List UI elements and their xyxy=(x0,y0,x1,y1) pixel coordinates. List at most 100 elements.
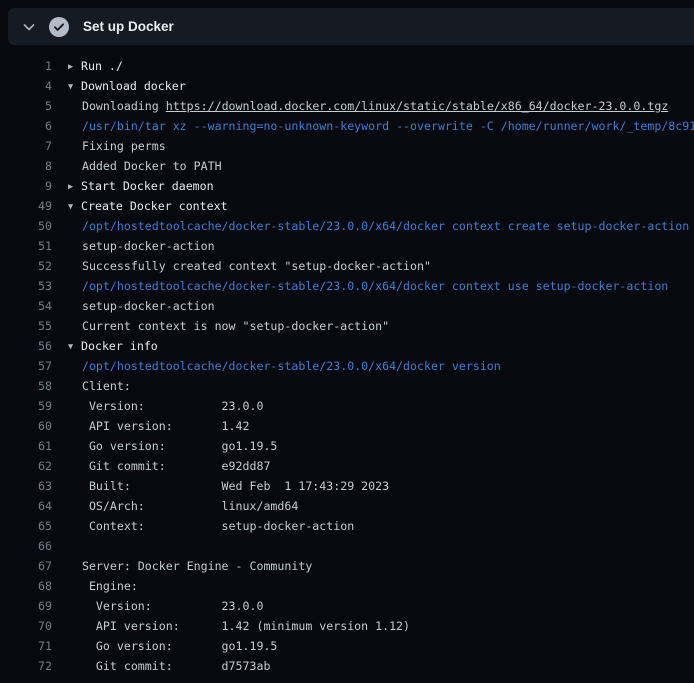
log-row: 49 ▼Create Docker context xyxy=(0,196,694,216)
line-number[interactable]: 66 xyxy=(0,536,52,556)
log-text: setup-docker-action xyxy=(68,296,215,316)
log-row: 8 Added Docker to PATH xyxy=(0,156,694,176)
log-text: Added Docker to PATH xyxy=(68,156,222,176)
log-row: 62 Git commit: e92dd87 xyxy=(0,456,694,476)
line-number[interactable]: 60 xyxy=(0,416,52,436)
group-toggle[interactable]: ▶Start Docker daemon xyxy=(68,176,214,196)
log-text: Engine: xyxy=(68,576,138,596)
log-row: 52 Successfully created context "setup-d… xyxy=(0,256,694,276)
line-number[interactable]: 4 xyxy=(0,76,52,96)
command-text: /opt/hostedtoolcache/docker-stable/23.0.… xyxy=(68,276,668,296)
log-text: Built: Wed Feb 1 17:43:29 2023 xyxy=(68,476,389,496)
log-row: 5 Downloading https://download.docker.co… xyxy=(0,96,694,116)
log-text: Go version: go1.19.5 xyxy=(68,436,277,456)
line-number[interactable]: 51 xyxy=(0,236,52,256)
line-number[interactable]: 7 xyxy=(0,136,52,156)
chevron-down-icon[interactable] xyxy=(16,14,42,40)
log-text: Go version: go1.19.5 xyxy=(68,636,277,656)
log-row: 4 ▼Download docker xyxy=(0,76,694,96)
line-number[interactable]: 70 xyxy=(0,616,52,636)
log-row: 63 Built: Wed Feb 1 17:43:29 2023 xyxy=(0,476,694,496)
log-row: 67 Server: Docker Engine - Community xyxy=(0,556,694,576)
line-number[interactable]: 63 xyxy=(0,476,52,496)
line-number[interactable]: 57 xyxy=(0,356,52,376)
line-number[interactable]: 49 xyxy=(0,196,52,216)
group-title: Start Docker daemon xyxy=(81,179,214,193)
log-text: API version: 1.42 (minimum version 1.12) xyxy=(68,616,410,636)
log-text: Downloading https://download.docker.com/… xyxy=(68,96,668,116)
group-expanded-icon: ▼ xyxy=(68,197,81,217)
line-number[interactable]: 58 xyxy=(0,376,52,396)
line-number[interactable]: 5 xyxy=(0,96,52,116)
log-text-segment: Downloading xyxy=(68,99,166,113)
group-title: Docker info xyxy=(81,339,158,353)
log-text: Context: setup-docker-action xyxy=(68,516,354,536)
group-collapsed-icon: ▶ xyxy=(68,177,81,197)
line-number[interactable]: 69 xyxy=(0,596,52,616)
group-toggle[interactable]: ▼Download docker xyxy=(68,76,186,96)
group-collapsed-icon: ▶ xyxy=(68,57,81,77)
line-number[interactable]: 9 xyxy=(0,176,52,196)
line-number[interactable]: 68 xyxy=(0,576,52,596)
log-link[interactable]: https://download.docker.com/linux/static… xyxy=(166,99,669,113)
step-header[interactable]: Set up Docker xyxy=(8,8,694,45)
log-row: 6 /usr/bin/tar xz --warning=no-unknown-k… xyxy=(0,116,694,136)
line-number[interactable]: 67 xyxy=(0,556,52,576)
log-row: 60 API version: 1.42 xyxy=(0,416,694,436)
log-text: Git commit: e92dd87 xyxy=(68,456,270,476)
log-text: Client: xyxy=(68,376,131,396)
log-text: Current context is now "setup-docker-act… xyxy=(68,316,389,336)
log-text: Version: 23.0.0 xyxy=(68,396,263,416)
log-row: 55 Current context is now "setup-docker-… xyxy=(0,316,694,336)
line-number[interactable]: 6 xyxy=(0,116,52,136)
line-number[interactable]: 52 xyxy=(0,256,52,276)
log-row: 72 Git commit: d7573ab xyxy=(0,656,694,676)
log-row: 59 Version: 23.0.0 xyxy=(0,396,694,416)
step-title: Set up Docker xyxy=(83,19,174,34)
group-title: Download docker xyxy=(81,79,186,93)
line-number[interactable]: 55 xyxy=(0,316,52,336)
group-expanded-icon: ▼ xyxy=(68,337,81,357)
log-text: API version: 1.42 xyxy=(68,416,249,436)
group-toggle[interactable]: ▼Create Docker context xyxy=(68,196,228,216)
line-number[interactable]: 64 xyxy=(0,496,52,516)
log-row: 58 Client: xyxy=(0,376,694,396)
line-number[interactable]: 72 xyxy=(0,656,52,676)
line-number[interactable]: 59 xyxy=(0,396,52,416)
group-title: Create Docker context xyxy=(81,199,228,213)
line-number[interactable]: 50 xyxy=(0,216,52,236)
log-row: 70 API version: 1.42 (minimum version 1.… xyxy=(0,616,694,636)
log-row: 69 Version: 23.0.0 xyxy=(0,596,694,616)
line-number[interactable]: 65 xyxy=(0,516,52,536)
group-toggle[interactable]: ▶Run ./ xyxy=(68,56,123,76)
log-row: 57 /opt/hostedtoolcache/docker-stable/23… xyxy=(0,356,694,376)
group-toggle[interactable]: ▼Docker info xyxy=(68,336,158,356)
log-row: 56 ▼Docker info xyxy=(0,336,694,356)
line-number[interactable]: 71 xyxy=(0,636,52,656)
log-row: 9 ▶Start Docker daemon xyxy=(0,176,694,196)
log-text: Server: Docker Engine - Community xyxy=(68,556,312,576)
log-text: setup-docker-action xyxy=(68,236,215,256)
log-row: 71 Go version: go1.19.5 xyxy=(0,636,694,656)
line-number[interactable]: 53 xyxy=(0,276,52,296)
line-number[interactable]: 61 xyxy=(0,436,52,456)
command-text: /usr/bin/tar xz --warning=no-unknown-key… xyxy=(68,116,694,136)
log-text: Git commit: d7573ab xyxy=(68,656,270,676)
log-row: 50 /opt/hostedtoolcache/docker-stable/23… xyxy=(0,216,694,236)
log-text: Version: 23.0.0 xyxy=(68,596,263,616)
line-number[interactable]: 56 xyxy=(0,336,52,356)
log-row: 66 xyxy=(0,536,694,556)
log-row: 65 Context: setup-docker-action xyxy=(0,516,694,536)
log-row: 7 Fixing perms xyxy=(0,136,694,156)
check-circle-icon xyxy=(49,17,69,37)
line-number[interactable]: 8 xyxy=(0,156,52,176)
line-number[interactable]: 1 xyxy=(0,56,52,76)
log-lines: 1▶Run ./4▼Download docker5 Downloading h… xyxy=(0,56,694,676)
log-text: Fixing perms xyxy=(68,136,166,156)
log-row: 1 ▶Run ./ xyxy=(0,56,694,76)
line-number[interactable]: 54 xyxy=(0,296,52,316)
line-number[interactable]: 62 xyxy=(0,456,52,476)
command-text: /opt/hostedtoolcache/docker-stable/23.0.… xyxy=(68,356,501,376)
log-row: 61 Go version: go1.19.5 xyxy=(0,436,694,456)
log-row: 64 OS/Arch: linux/amd64 xyxy=(0,496,694,516)
